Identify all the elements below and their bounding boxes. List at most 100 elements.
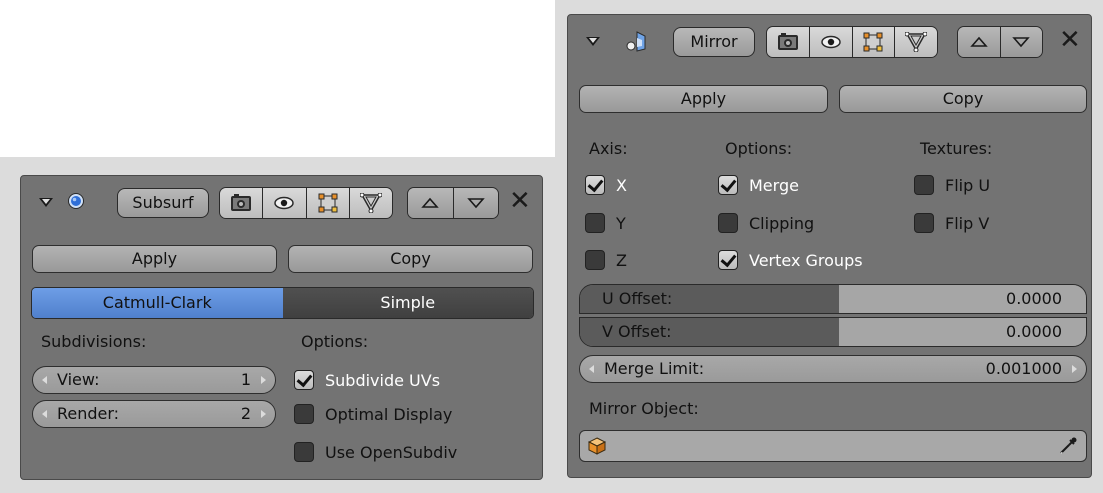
axis-x-checkbox[interactable]: X <box>585 173 627 197</box>
eye-icon <box>274 196 295 210</box>
axis-label: Axis: <box>589 139 628 158</box>
render-toggle[interactable] <box>220 188 264 218</box>
u-offset-value: 0.0000 <box>1006 289 1062 308</box>
render-levels-label: Render: <box>57 404 120 423</box>
edit-mode-toggle[interactable] <box>852 27 896 57</box>
close-icon[interactable]: ✕ <box>1059 27 1081 53</box>
modifier-name-field[interactable]: Subsurf <box>117 188 209 218</box>
checkbox-unchecked-icon <box>585 250 605 270</box>
checkbox-checked-icon <box>585 175 605 195</box>
u-offset-label: U Offset: <box>602 289 673 308</box>
method-catmull-clark[interactable]: Catmull-Clark <box>32 288 283 318</box>
edit-mode-icon <box>863 32 883 52</box>
axis-y-checkbox[interactable]: Y <box>585 211 626 235</box>
flip-u-label: Flip U <box>945 175 991 195</box>
axis-y-label: Y <box>616 213 626 233</box>
checkbox-unchecked-icon <box>914 175 934 195</box>
close-icon[interactable]: ✕ <box>509 188 531 214</box>
cage-mesh-icon <box>905 32 928 52</box>
vertex-groups-checkbox[interactable]: Vertex Groups <box>718 248 863 272</box>
decrement-arrow-icon[interactable] <box>42 410 47 418</box>
mirror-header: Mirror ✕ <box>568 15 1091 67</box>
options-label: Options: <box>301 332 369 351</box>
axis-z-checkbox[interactable]: Z <box>585 248 627 272</box>
options-label: Options: <box>725 139 793 158</box>
arrow-up-icon <box>969 36 988 47</box>
mirror-object-field[interactable] <box>579 430 1087 462</box>
flip-u-checkbox[interactable]: Flip U <box>914 173 990 197</box>
merge-limit-label: Merge Limit: <box>604 359 705 378</box>
arrow-up-icon <box>421 197 440 208</box>
method-simple[interactable]: Simple <box>282 288 533 318</box>
v-offset-value: 0.0000 <box>1006 322 1062 341</box>
merge-limit-value: 0.001000 <box>985 359 1062 378</box>
move-down-button[interactable] <box>453 188 498 218</box>
subdivide-uvs-checkbox[interactable]: Subdivide UVs <box>294 368 440 392</box>
decrement-arrow-icon[interactable] <box>589 365 594 373</box>
object-cube-icon <box>588 437 606 455</box>
checkbox-unchecked-icon <box>718 213 738 233</box>
camera-icon <box>777 33 798 50</box>
view-levels-label: View: <box>57 370 100 389</box>
use-opensubdiv-label: Use OpenSubdiv <box>325 442 458 462</box>
move-up-button[interactable] <box>408 188 454 218</box>
apply-button[interactable]: Apply <box>579 85 828 113</box>
disclosure-triangle-icon[interactable] <box>39 198 53 207</box>
view-levels-value: 1 <box>240 370 251 389</box>
checkbox-unchecked-icon <box>585 213 605 233</box>
merge-label: Merge <box>749 175 799 195</box>
modifier-name-field[interactable]: Mirror <box>673 27 755 57</box>
increment-arrow-icon[interactable] <box>261 376 266 384</box>
arrow-down-icon <box>466 198 485 209</box>
clipping-checkbox[interactable]: Clipping <box>718 211 814 235</box>
copy-button[interactable]: Copy <box>288 245 533 273</box>
clipping-label: Clipping <box>749 213 815 233</box>
checkbox-unchecked-icon <box>294 442 314 462</box>
disclosure-triangle-icon[interactable] <box>586 37 600 46</box>
axis-x-label: X <box>616 175 627 195</box>
arrow-down-icon <box>1012 37 1031 48</box>
move-up-button[interactable] <box>958 27 1001 57</box>
checkbox-checked-icon <box>718 175 738 195</box>
copy-button[interactable]: Copy <box>839 85 1087 113</box>
edit-mode-toggle[interactable] <box>306 188 350 218</box>
mirror-modifier-panel: Mirror ✕ Apply Copy Axis: Options: Textu… <box>567 14 1092 478</box>
render-toggle[interactable] <box>767 27 810 57</box>
mirror-modifier-icon <box>626 31 646 52</box>
checkbox-checked-icon <box>718 250 738 270</box>
vertex-groups-label: Vertex Groups <box>749 250 863 270</box>
textures-label: Textures: <box>920 139 993 158</box>
move-down-button[interactable] <box>1000 27 1042 57</box>
u-offset-slider[interactable]: U Offset: 0.0000 <box>579 284 1087 314</box>
subdivisions-label: Subdivisions: <box>41 332 147 351</box>
apply-button[interactable]: Apply <box>32 245 277 273</box>
optimal-display-checkbox[interactable]: Optimal Display <box>294 402 452 426</box>
render-levels-field[interactable]: Render: 2 <box>32 400 276 428</box>
display-toggles <box>766 26 938 58</box>
viewport-toggle[interactable] <box>263 188 307 218</box>
decrement-arrow-icon[interactable] <box>42 376 47 384</box>
subsurf-modifier-panel: Subsurf ✕ Apply Copy Catmull-Clark Simpl… <box>20 175 543 480</box>
optimal-display-label: Optimal Display <box>325 404 453 424</box>
checkbox-checked-icon <box>294 370 314 390</box>
use-opensubdiv-checkbox[interactable]: Use OpenSubdiv <box>294 440 457 464</box>
flip-v-checkbox[interactable]: Flip V <box>914 211 989 235</box>
cage-mesh-icon <box>359 193 382 213</box>
merge-limit-field[interactable]: Merge Limit: 0.001000 <box>579 355 1087 383</box>
checkbox-unchecked-icon <box>294 404 314 424</box>
mirror-object-label: Mirror Object: <box>589 399 699 418</box>
increment-arrow-icon[interactable] <box>261 410 266 418</box>
render-levels-value: 2 <box>240 404 251 423</box>
increment-arrow-icon[interactable] <box>1072 365 1077 373</box>
view-levels-field[interactable]: View: 1 <box>32 366 276 394</box>
v-offset-slider[interactable]: V Offset: 0.0000 <box>579 317 1087 347</box>
cage-toggle[interactable] <box>349 188 392 218</box>
viewport-toggle[interactable] <box>809 27 853 57</box>
merge-checkbox[interactable]: Merge <box>718 173 799 197</box>
subdivision-method-selector: Catmull-Clark Simple <box>31 287 534 319</box>
subsurf-modifier-icon <box>68 193 84 209</box>
subsurf-header: Subsurf ✕ <box>21 176 542 228</box>
eyedropper-icon[interactable] <box>1058 436 1078 456</box>
flip-v-label: Flip V <box>945 213 990 233</box>
cage-toggle[interactable] <box>895 27 937 57</box>
